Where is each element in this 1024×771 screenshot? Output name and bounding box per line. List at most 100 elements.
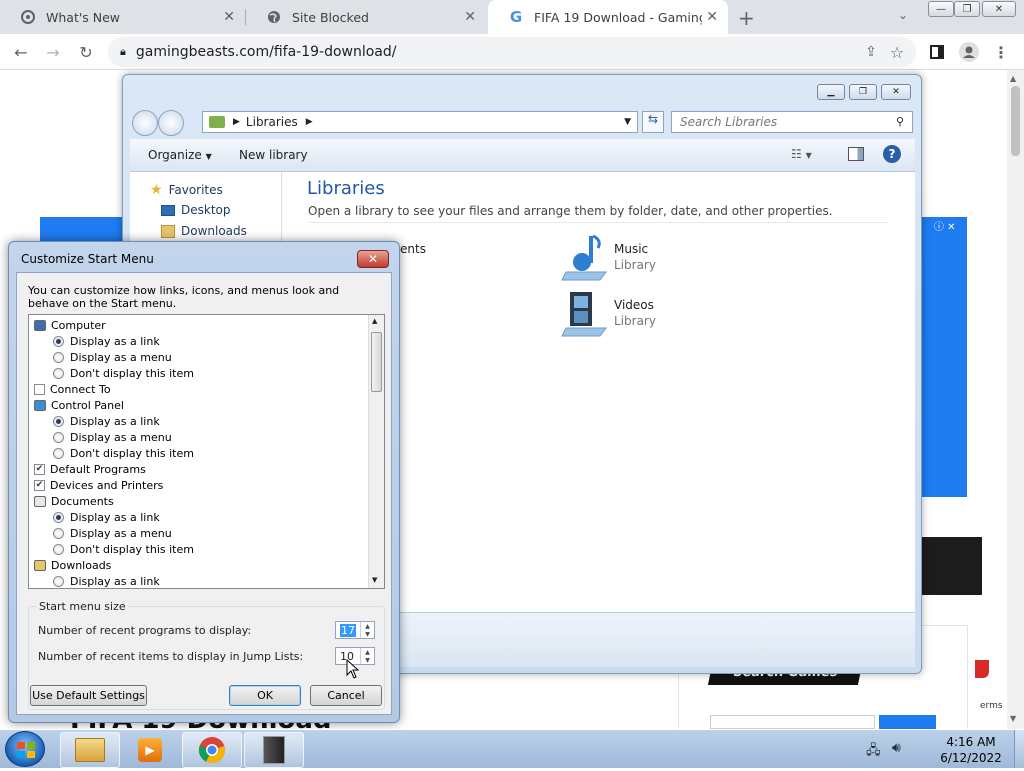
explorer-address-bar[interactable]: ▶ Libraries ▶ ▼ [202,111,638,133]
back-arrow-icon[interactable]: ← [10,41,32,63]
network-icon[interactable]: 🖧︎ [866,741,881,763]
cancel-button[interactable]: Cancel [310,685,382,706]
search-games-input[interactable] [710,715,875,729]
ok-button[interactable]: OK [229,685,301,706]
use-default-settings-button[interactable]: Use Default Settings [30,685,147,706]
option-radio[interactable]: Don't display this item [53,541,194,557]
preview-pane-icon[interactable] [848,147,864,161]
dialog-close-button[interactable]: ✕ [357,250,389,268]
option-radio[interactable]: Display as a menu [53,525,172,541]
side-panel-icon[interactable] [926,41,948,63]
list-scroll-thumb[interactable] [371,332,382,392]
search-games-button[interactable] [879,715,936,729]
ad-choices-icon[interactable]: ⓘ ✕ [934,218,956,233]
taskbar-chrome[interactable] [182,732,242,768]
checkbox-unchecked[interactable] [34,383,45,395]
tab-site-blocked[interactable]: Site Blocked ✕ [246,0,486,34]
documents-library-partial[interactable]: ents [400,242,426,256]
tab-title: What's New [46,9,121,25]
list-scrollbar[interactable]: ▲ ▼ [368,315,384,588]
close-tab-icon[interactable]: ✕ [706,9,718,25]
radio-selected[interactable] [53,335,64,347]
option-radio[interactable]: Don't display this item [53,445,194,461]
menu-kebab-icon[interactable]: ⋮ [990,41,1012,63]
taskbar-command-prompt[interactable] [244,732,304,768]
library-videos[interactable]: Videos Library [560,288,656,338]
start-menu-options-list[interactable]: ▲ ▼ Computer Display as a link Display as … [28,314,385,589]
breadcrumb-libraries[interactable]: Libraries [246,115,298,129]
minimize-button[interactable]: — [928,1,954,17]
option-label: Display as a menu [70,430,172,444]
forward-button[interactable] [158,110,184,136]
close-window-button[interactable]: ✕ [982,1,1016,17]
radio-unselected[interactable] [53,575,64,587]
taskbar-explorer[interactable] [60,732,120,768]
radio-unselected[interactable] [53,431,64,443]
option-radio[interactable]: Display as a menu [53,349,172,365]
volume-icon[interactable]: 🔊︎ [892,740,901,756]
option-radio[interactable]: Display as a link [53,333,160,349]
option-radio[interactable]: Display as a menu [53,429,172,445]
radio-unselected[interactable] [53,447,64,459]
downloads-folder-icon [161,224,175,238]
recent-programs-stepper[interactable]: 17 ▲ ▼ [335,621,375,639]
music-library-icon [561,234,607,281]
bookmark-star-icon[interactable]: ☆ [886,41,908,63]
help-icon[interactable]: ? [883,145,901,163]
close-tab-icon[interactable]: ✕ [223,9,235,25]
address-bar[interactable]: 🔒︎ gamingbeasts.com/fifa-19-download/ [108,37,916,67]
change-view-icon[interactable]: ☷ ▼ [791,147,812,161]
option-label: Don't display this item [70,366,194,380]
clock[interactable]: 4:16 AM 6/12/2022 [930,734,1012,766]
tab-whats-new[interactable]: What's New ✕ [0,0,245,34]
taskbar-media-player[interactable]: ▶ [120,732,180,768]
stepper-up-icon[interactable]: ▲ [360,648,374,656]
option-radio[interactable]: Display as a link [53,413,160,429]
search-libraries-input[interactable]: Search Libraries [671,111,913,133]
checkbox-checked[interactable]: ✔ [34,463,45,475]
tab-search-chevron-icon[interactable]: ⌄ [898,8,908,22]
recent-programs-value[interactable]: 17 [340,623,356,637]
option-radio[interactable]: Display as a link [53,509,160,525]
forward-arrow-icon[interactable]: → [42,41,64,63]
refresh-icon[interactable]: ⇆ [642,111,664,133]
start-orb-button[interactable] [5,731,45,767]
nav-downloads[interactable]: Downloads [161,224,247,238]
radio-unselected[interactable] [53,527,64,539]
radio-unselected[interactable] [53,543,64,555]
page-scroll-thumb[interactable] [1011,86,1020,156]
lock-icon: 🔒︎ [120,45,126,58]
show-desktop-button[interactable] [1014,730,1024,768]
option-checkbox[interactable]: Connect To [34,381,111,397]
option-radio[interactable]: Display as a link [53,573,160,588]
new-library-button[interactable]: New library [239,148,308,162]
radio-unselected[interactable] [53,367,64,379]
back-button[interactable] [132,110,158,136]
nav-favorites[interactable]: ★ Favorites [150,182,223,198]
option-radio[interactable]: Don't display this item [53,365,194,381]
search-magnifier-icon: ⚲ [896,115,905,128]
radio-selected[interactable] [53,511,64,523]
stepper-down-icon[interactable]: ▼ [360,656,374,664]
option-checkbox[interactable]: ✔ Default Programs [34,461,146,477]
stepper-down-icon[interactable]: ▼ [360,630,374,638]
stepper-up-icon[interactable]: ▲ [360,622,374,630]
nav-desktop[interactable]: Desktop [161,203,231,217]
option-checkbox[interactable]: ✔ Devices and Printers [34,477,163,493]
library-music[interactable]: Music Library [560,232,656,282]
maximize-button[interactable]: ❐ [954,1,980,17]
option-label: Display as a link [70,334,160,348]
radio-selected[interactable] [53,415,64,427]
close-tab-icon[interactable]: ✕ [464,9,476,25]
profile-avatar-icon[interactable] [958,41,980,63]
share-icon[interactable]: ⇪ [860,41,882,63]
new-tab-button[interactable]: + [738,6,755,30]
reload-icon[interactable]: ↻ [75,41,97,63]
address-dropdown-icon[interactable]: ▼ [624,117,631,127]
radio-unselected[interactable] [53,351,64,363]
checkbox-checked[interactable]: ✔ [34,479,45,491]
organize-button[interactable]: Organize ▼ [148,148,212,162]
page-scrollbar[interactable]: ▲ ▼ [1007,70,1024,730]
customize-start-menu-dialog: Customize Start Menu ✕ You can customize… [8,241,400,723]
tab-fifa-download[interactable]: G FIFA 19 Download - Gaming Beast ✕ [488,0,728,34]
